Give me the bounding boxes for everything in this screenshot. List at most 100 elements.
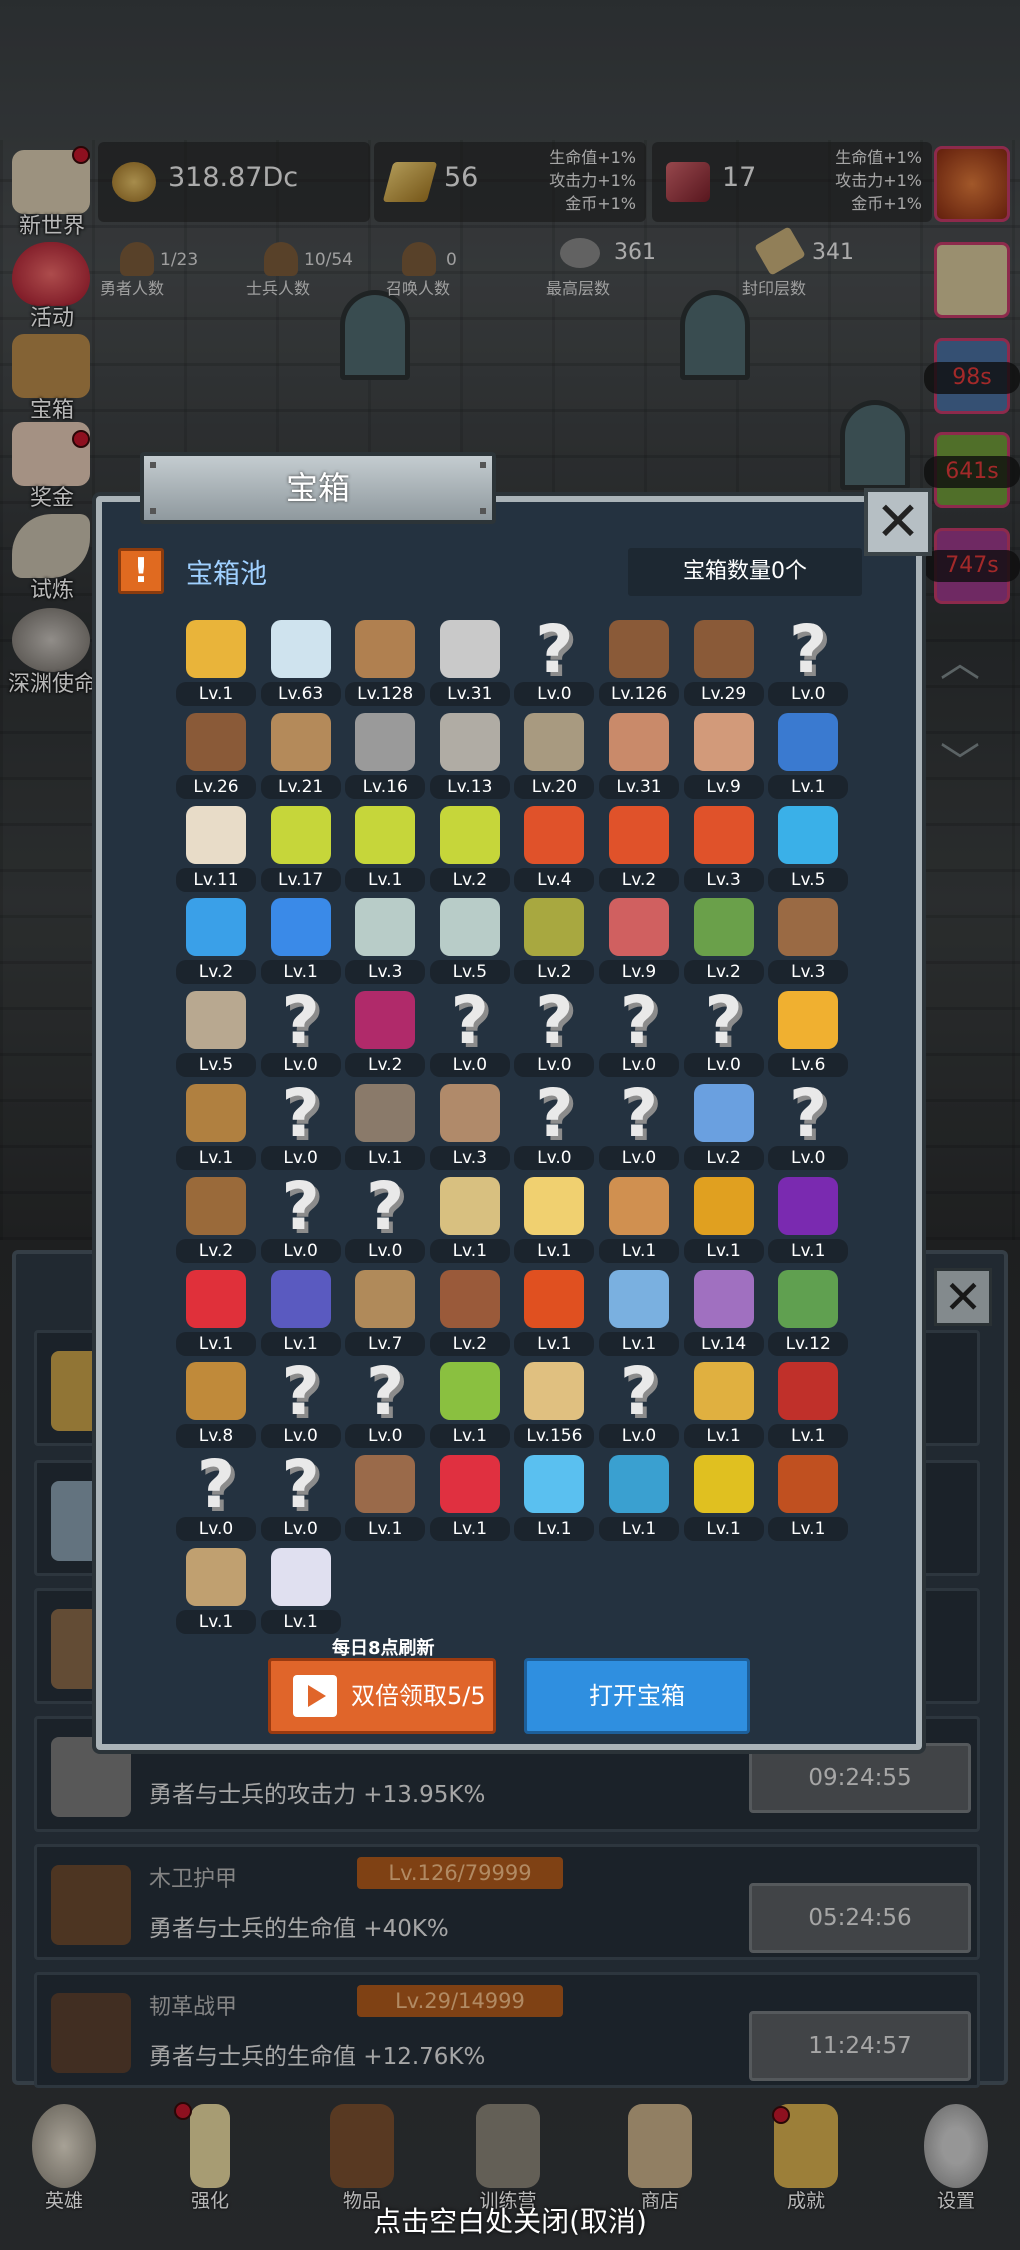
item-cell[interactable]: Lv.16 [343, 709, 427, 803]
item-cell[interactable]: Lv.3 [766, 894, 850, 988]
item-cell[interactable]: Lv.1 [428, 1451, 512, 1545]
item-cell[interactable]: Lv.3 [682, 802, 766, 896]
item-cell[interactable]: Lv.13 [428, 709, 512, 803]
hammer-red-icon [778, 1455, 839, 1514]
item-cell[interactable]: Lv.2 [174, 894, 258, 988]
item-cell[interactable]: Lv.1 [343, 1080, 427, 1174]
item-cell[interactable]: Lv.1 [766, 1358, 850, 1452]
item-cell[interactable]: Lv.1 [259, 1266, 343, 1360]
item-cell[interactable]: Lv.1 [174, 1544, 258, 1638]
item-level: Lv.5 [429, 960, 510, 985]
item-level: Lv.1 [768, 1238, 849, 1263]
item-cell[interactable]: Lv.128 [343, 616, 427, 710]
item-cell[interactable]: Lv.156 [512, 1358, 596, 1452]
item-cell[interactable]: Lv.14 [682, 1266, 766, 1360]
item-cell[interactable]: Lv.9 [597, 894, 681, 988]
item-cell[interactable]: Lv.6 [766, 987, 850, 1081]
item-cell[interactable]: ? Lv.0 [259, 1080, 343, 1174]
item-cell[interactable]: ? Lv.0 [597, 1080, 681, 1174]
unknown-icon: ? [535, 982, 574, 1060]
item-cell[interactable]: Lv.5 [428, 894, 512, 988]
item-level: Lv.3 [683, 867, 764, 892]
item-cell[interactable]: Lv.5 [766, 802, 850, 896]
item-cell[interactable]: ? Lv.0 [259, 1451, 343, 1545]
item-cell[interactable]: Lv.1 [597, 1451, 681, 1545]
item-cell[interactable]: Lv.26 [174, 709, 258, 803]
open-chest-button[interactable]: 打开宝箱 [524, 1658, 750, 1734]
item-cell[interactable]: Lv.63 [259, 616, 343, 710]
item-cell[interactable]: Lv.1 [174, 1080, 258, 1174]
item-cell[interactable]: Lv.17 [259, 802, 343, 896]
item-cell[interactable]: Lv.2 [512, 894, 596, 988]
item-cell[interactable]: Lv.1 [343, 1451, 427, 1545]
item-cell[interactable]: ? Lv.0 [428, 987, 512, 1081]
item-level: Lv.1 [514, 1331, 595, 1356]
item-cell[interactable]: Lv.2 [174, 1173, 258, 1267]
item-cell[interactable]: Lv.1 [766, 1173, 850, 1267]
item-cell[interactable]: Lv.1 [766, 709, 850, 803]
item-cell[interactable]: Lv.2 [343, 987, 427, 1081]
item-cell[interactable]: ? Lv.0 [512, 1080, 596, 1174]
blue-rune-icon [609, 1269, 669, 1328]
item-cell[interactable]: Lv.2 [428, 1266, 512, 1360]
item-level: Lv.2 [429, 1331, 510, 1356]
item-cell[interactable]: Lv.31 [597, 709, 681, 803]
item-cell[interactable]: ? Lv.0 [766, 616, 850, 710]
item-cell[interactable]: ? Lv.0 [766, 1080, 850, 1174]
item-cell[interactable]: Lv.1 [343, 802, 427, 896]
item-cell[interactable]: Lv.3 [428, 1080, 512, 1174]
item-cell[interactable]: Lv.21 [259, 709, 343, 803]
item-cell[interactable]: Lv.126 [597, 616, 681, 710]
item-cell[interactable]: Lv.1 [597, 1266, 681, 1360]
item-cell[interactable]: Lv.5 [174, 987, 258, 1081]
rivet [150, 508, 156, 514]
item-cell[interactable]: Lv.12 [766, 1266, 850, 1360]
item-cell[interactable]: Lv.20 [512, 709, 596, 803]
item-cell[interactable]: Lv.11 [174, 802, 258, 896]
item-cell[interactable]: Lv.1 [682, 1173, 766, 1267]
item-level: Lv.1 [599, 1238, 679, 1263]
item-cell[interactable]: Lv.1 [682, 1451, 766, 1545]
item-cell[interactable]: Lv.2 [597, 802, 681, 896]
item-cell[interactable]: ? Lv.0 [597, 987, 681, 1081]
item-cell[interactable]: Lv.1 [428, 1173, 512, 1267]
item-cell[interactable]: Lv.4 [512, 802, 596, 896]
item-cell[interactable]: ? Lv.0 [174, 1451, 258, 1545]
item-cell[interactable]: Lv.8 [174, 1358, 258, 1452]
item-cell[interactable]: Lv.29 [682, 616, 766, 710]
item-cell[interactable]: Lv.9 [682, 709, 766, 803]
item-cell[interactable]: Lv.2 [682, 1080, 766, 1174]
item-cell[interactable]: Lv.3 [343, 894, 427, 988]
item-cell[interactable]: ? Lv.0 [343, 1358, 427, 1452]
item-cell[interactable]: ? Lv.0 [682, 987, 766, 1081]
item-cell[interactable]: Lv.1 [512, 1451, 596, 1545]
item-cell[interactable]: Lv.1 [512, 1266, 596, 1360]
item-cell[interactable]: ? Lv.0 [512, 616, 596, 710]
item-cell[interactable]: Lv.1 [259, 894, 343, 988]
double-claim-button[interactable]: 双倍领取5/5 [268, 1658, 496, 1734]
item-cell[interactable]: Lv.2 [428, 802, 512, 896]
item-cell[interactable]: Lv.1 [597, 1173, 681, 1267]
item-cell[interactable]: Lv.1 [428, 1358, 512, 1452]
rivet [480, 462, 486, 468]
item-cell[interactable]: ? Lv.0 [597, 1358, 681, 1452]
item-level: Lv.1 [429, 1517, 510, 1542]
item-cell[interactable]: ? Lv.0 [259, 987, 343, 1081]
item-cell[interactable]: ? Lv.0 [343, 1173, 427, 1267]
item-cell[interactable]: Lv.1 [174, 1266, 258, 1360]
item-cell[interactable]: ? Lv.0 [512, 987, 596, 1081]
item-cell[interactable]: ? Lv.0 [259, 1358, 343, 1452]
item-cell[interactable]: Lv.1 [682, 1358, 766, 1452]
torch-icon [778, 991, 839, 1050]
item-cell[interactable]: Lv.1 [766, 1451, 850, 1545]
item-cell[interactable]: Lv.1 [174, 616, 258, 710]
warning-icon[interactable]: ! [118, 548, 164, 594]
red-flask-icon [609, 805, 669, 864]
item-cell[interactable]: Lv.1 [512, 1173, 596, 1267]
item-cell[interactable]: Lv.2 [682, 894, 766, 988]
modal-close-button[interactable]: ✕ [864, 488, 932, 556]
item-cell[interactable]: Lv.31 [428, 616, 512, 710]
item-cell[interactable]: Lv.1 [259, 1544, 343, 1638]
item-cell[interactable]: ? Lv.0 [259, 1173, 343, 1267]
item-cell[interactable]: Lv.7 [343, 1266, 427, 1360]
